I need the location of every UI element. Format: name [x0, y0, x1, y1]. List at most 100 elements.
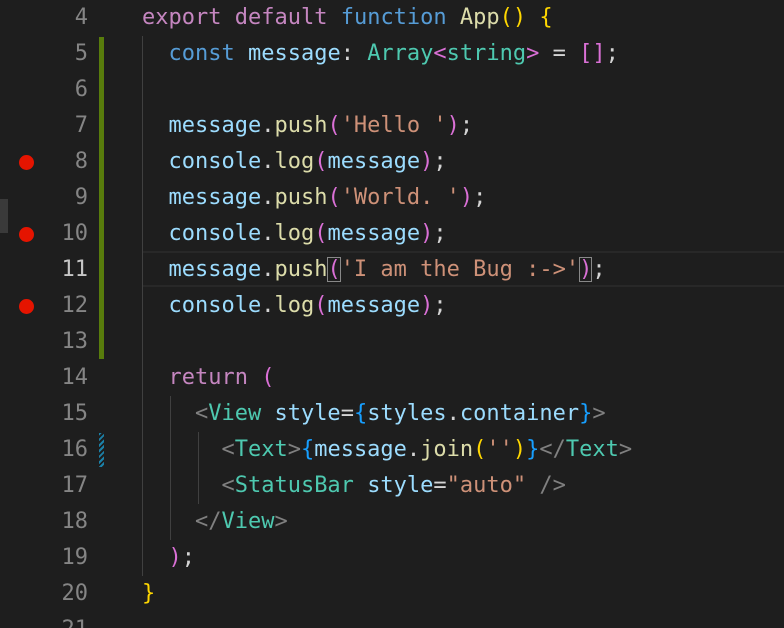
code-token: ( [327, 185, 341, 210]
code-text[interactable]: message.push('I am the Bug :->'); [168, 252, 606, 288]
code-text[interactable]: message.push('Hello '); [168, 108, 473, 144]
code-line[interactable]: 7 message.push('Hello '); [0, 108, 784, 144]
code-line[interactable]: 12 console.log(message); [0, 288, 784, 324]
code-line[interactable]: 19); [0, 540, 784, 576]
code-token: ( [327, 113, 341, 138]
breakpoint-icon[interactable] [19, 227, 34, 242]
code-line[interactable]: 5 const message: Array<string> = []; [0, 36, 784, 72]
code-line[interactable]: 17 <StatusBar style="auto" /> [0, 468, 784, 504]
code-token: > [526, 41, 540, 66]
breakpoint-icon[interactable] [19, 299, 34, 314]
code-token: ) [420, 293, 434, 318]
code-token: < [433, 41, 447, 66]
line-number[interactable]: 15 [40, 396, 89, 432]
code-text[interactable]: console.log(message); [168, 216, 446, 252]
line-number[interactable]: 20 [40, 576, 89, 612]
code-token: function [340, 5, 447, 30]
line-number[interactable]: 10 [40, 216, 89, 252]
line-number[interactable]: 21 [40, 612, 89, 628]
line-number[interactable]: 17 [40, 468, 89, 504]
code-editor[interactable]: 4 export default function App() { 5 const m… [0, 0, 784, 628]
line-number[interactable]: 13 [40, 324, 89, 360]
code-token: </ [539, 437, 566, 462]
code-token: . [446, 401, 460, 426]
code-token: ) [512, 437, 527, 462]
code-token: log [274, 149, 315, 174]
code-line[interactable]: 4 export default function App() { [0, 0, 784, 36]
line-number[interactable]: 4 [40, 0, 88, 36]
code-line[interactable]: 14 return ( [0, 360, 784, 396]
code-token: push [274, 185, 328, 210]
line-number[interactable]: 11 [40, 252, 89, 288]
code-token: Array [367, 41, 434, 66]
code-token: ( [314, 221, 328, 246]
code-text[interactable]: ); [168, 540, 195, 576]
code-token: [] [579, 41, 606, 66]
line-number[interactable]: 14 [40, 360, 89, 396]
code-text[interactable]: console.log(message); [168, 144, 446, 180]
code-token: { [300, 437, 315, 462]
code-token: < [221, 437, 235, 462]
code-token: () [499, 5, 527, 30]
code-token: message [168, 185, 262, 210]
code-token: > [618, 437, 633, 462]
code-token: ) [168, 545, 182, 570]
code-token: join [420, 437, 474, 462]
code-token: container [459, 401, 580, 426]
code-token: ; [459, 113, 474, 138]
code-token: message [327, 149, 421, 174]
code-line[interactable]: 18 </View> [0, 504, 784, 540]
code-line[interactable]: 11 message.push('I am the Bug :->'); [0, 252, 784, 288]
code-line[interactable]: 16 <Text>{message.join('')}</Text> [0, 432, 784, 468]
line-number[interactable]: 18 [40, 504, 89, 540]
code-line[interactable]: 21 [0, 612, 784, 628]
code-token: ; [181, 545, 195, 570]
code-token: style [367, 473, 434, 498]
code-line[interactable]: 15 <View style={styles.container}> [0, 396, 784, 432]
code-text[interactable]: console.log(message); [168, 288, 446, 324]
code-token: } [526, 437, 540, 462]
code-text[interactable]: message.push('World. '); [168, 180, 486, 216]
line-number[interactable]: 5 [40, 36, 88, 72]
code-line[interactable]: 6 [0, 72, 784, 108]
code-text[interactable]: } [142, 576, 155, 612]
code-text[interactable]: return ( [168, 360, 274, 396]
code-text[interactable]: <StatusBar style="auto" /> [221, 468, 565, 504]
code-line[interactable]: 20} [0, 576, 784, 612]
code-text[interactable]: export default function App() { [142, 0, 553, 36]
line-number[interactable]: 16 [40, 432, 89, 468]
code-text[interactable]: <View style={styles.container}> [195, 396, 606, 432]
code-token: log [274, 293, 315, 318]
code-token: ( [314, 149, 328, 174]
code-line[interactable]: 9 message.push('World. '); [0, 180, 784, 216]
line-number[interactable]: 19 [40, 540, 89, 576]
code-line[interactable]: 10 console.log(message); [0, 216, 784, 252]
code-line[interactable]: 13 [0, 324, 784, 360]
code-token: > [592, 401, 606, 426]
code-token: . [406, 437, 421, 462]
code-text[interactable]: <Text>{message.join('')}</Text> [221, 432, 632, 468]
line-number[interactable]: 7 [40, 108, 88, 144]
code-token: } [142, 581, 156, 606]
code-line[interactable]: 8 console.log(message); [0, 144, 784, 180]
line-number[interactable]: 6 [40, 72, 88, 108]
code-token: message [247, 41, 341, 66]
code-text[interactable]: const message: Array<string> = []; [168, 36, 618, 72]
code-token: Text [565, 437, 619, 462]
line-number[interactable]: 9 [40, 180, 88, 216]
code-token: . [261, 257, 275, 282]
code-token: . [261, 149, 275, 174]
code-token: } [579, 401, 593, 426]
code-token: > [274, 509, 288, 534]
breakpoint-icon[interactable] [19, 155, 34, 170]
code-text[interactable]: </View> [195, 504, 288, 540]
code-token: Text [234, 437, 288, 462]
line-number[interactable]: 12 [40, 288, 89, 324]
code-token: App [459, 5, 500, 30]
code-token: . [261, 221, 275, 246]
line-number[interactable]: 8 [40, 144, 88, 180]
